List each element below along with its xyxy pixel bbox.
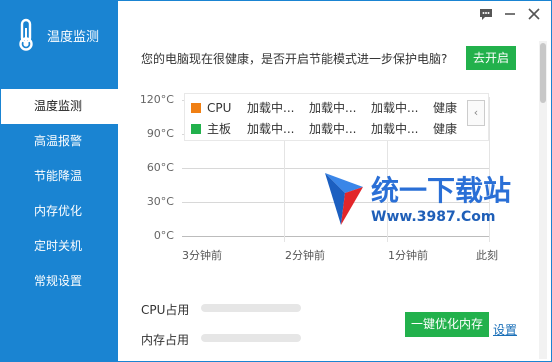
sidebar: 温度监测 温度监测 高温报警 节能降温 内存优化 定时关机 常规设置 [1, 1, 118, 361]
legend-value: 加载中... [309, 101, 357, 115]
sidebar-item-high-temp-alarm[interactable]: 高温报警 [1, 124, 118, 159]
memory-usage-label: 内存占用 [141, 333, 190, 347]
app-title: 温度监测 [47, 29, 100, 45]
settings-link[interactable]: 设置 [493, 321, 517, 338]
legend-value: 加载中... [371, 101, 419, 115]
sidebar-item-energy-saving[interactable]: 节能降温 [1, 159, 118, 194]
motherboard-swatch [191, 124, 201, 134]
legend-value: 加载中... [247, 101, 295, 115]
y-tick: 30°C [146, 195, 174, 208]
cpu-usage-label: CPU占用 [141, 303, 190, 317]
thermometer-icon [19, 18, 33, 51]
sidebar-item-temperature[interactable]: 温度监测 [1, 89, 118, 124]
minimize-icon[interactable] [503, 7, 517, 21]
watermark: 统一下载站 Www.3987.Com [323, 169, 513, 233]
app-logo: 温度监测 [11, 15, 111, 55]
optimize-memory-button[interactable]: 一键优化内存 [405, 312, 489, 337]
watermark-url: Www.3987.Com [371, 209, 496, 225]
legend-name: CPU [207, 101, 232, 115]
scrollbar-thumb[interactable] [540, 43, 546, 103]
memory-usage-bar [201, 334, 301, 342]
close-icon[interactable] [527, 7, 541, 21]
x-tick: 1分钟前 [388, 249, 428, 262]
cpu-usage-bar [201, 304, 301, 312]
watermark-text: 统一下载站 [371, 174, 512, 207]
x-axis-line [182, 236, 490, 237]
enable-energy-mode-button[interactable]: 去开启 [466, 46, 516, 70]
x-tick: 3分钟前 [182, 249, 222, 262]
collapse-legend-icon[interactable]: ‹ [467, 100, 485, 126]
feedback-icon[interactable] [479, 7, 493, 21]
legend-row-motherboard: 主板 加载中... 加载中... 加载中... 健康 [191, 119, 463, 139]
legend-name: 主板 [207, 122, 232, 136]
legend-row-cpu: CPU 加载中... 加载中... 加载中... 健康 [191, 98, 463, 118]
cpu-swatch [191, 103, 201, 113]
y-tick: 0°C [153, 229, 174, 242]
sidebar-item-memory-optimize[interactable]: 内存优化 [1, 194, 118, 229]
legend-value: 健康 [433, 101, 458, 115]
legend-value: 加载中... [371, 122, 419, 136]
app-window: 温度监测 温度监测 高温报警 节能降温 内存优化 定时关机 常规设置 您的电脑现… [0, 0, 552, 362]
title-buttons [479, 7, 541, 21]
x-tick: 此刻 [476, 249, 498, 262]
chart-legend: CPU 加载中... 加载中... 加载中... 健康 主板 加载中... 加载… [184, 93, 489, 141]
sidebar-item-general-settings[interactable]: 常规设置 [1, 264, 118, 299]
sidebar-item-scheduled-shutdown[interactable]: 定时关机 [1, 229, 118, 264]
y-tick: 60°C [146, 161, 174, 174]
energy-mode-prompt: 您的电脑现在很健康，是否开启节能模式进一步保护电脑? [141, 52, 448, 66]
legend-value: 加载中... [247, 122, 295, 136]
legend-value: 加载中... [309, 122, 357, 136]
x-tick: 2分钟前 [285, 249, 325, 262]
y-tick: 90°C [146, 127, 174, 140]
y-tick: 120°C [139, 93, 174, 106]
watermark-logo-icon [325, 173, 363, 225]
sidebar-nav: 温度监测 高温报警 节能降温 内存优化 定时关机 常规设置 [1, 89, 118, 299]
legend-value: 健康 [433, 122, 458, 136]
